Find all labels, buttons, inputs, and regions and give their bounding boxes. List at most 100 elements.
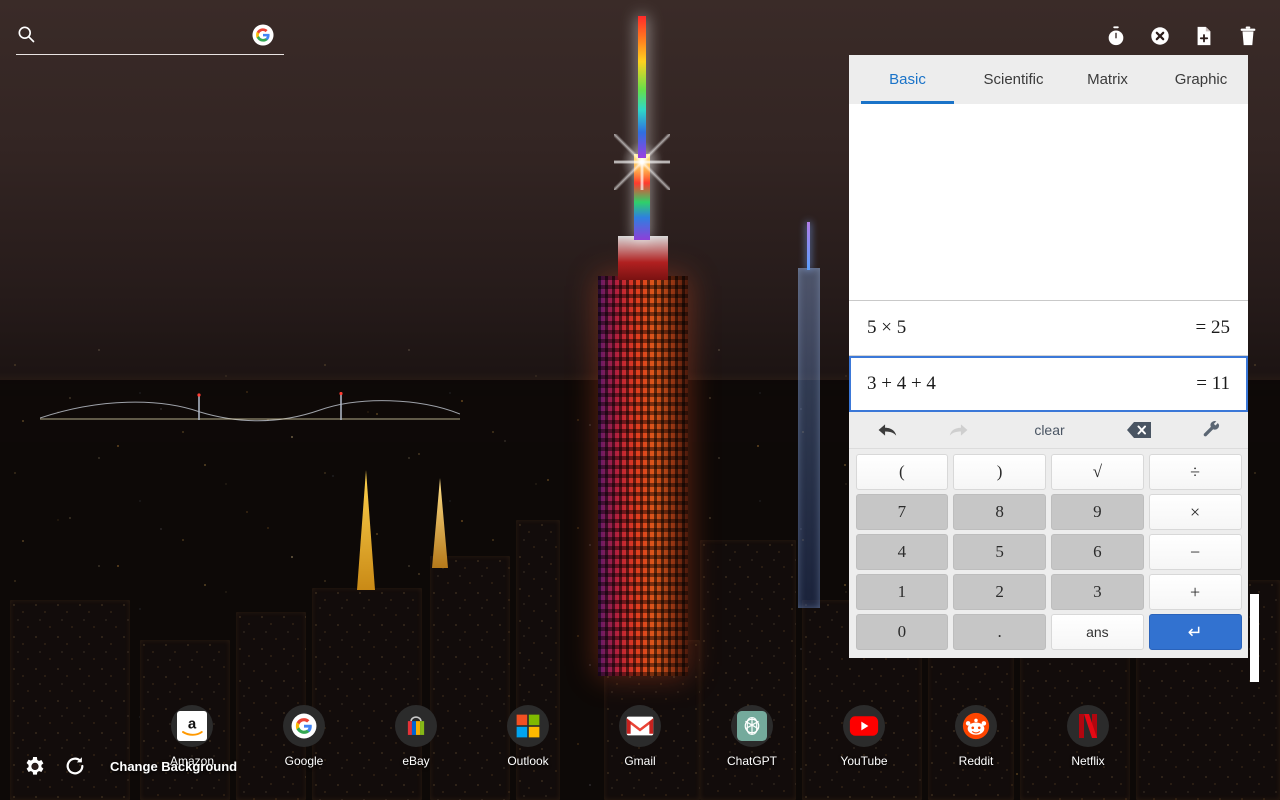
tab-basic[interactable]: Basic	[849, 55, 966, 104]
tower-wtc-antenna	[807, 222, 810, 270]
key-subtract[interactable]: −	[1148, 534, 1242, 570]
keypad-row: 1 2 3 +	[853, 572, 1244, 612]
dock-label: ChatGPT	[726, 754, 777, 768]
key-multiply[interactable]: ×	[1148, 494, 1242, 530]
key-label: 0	[897, 622, 907, 641]
key-6[interactable]: 6	[1051, 534, 1144, 570]
tab-scientific[interactable]: Scientific	[966, 55, 1061, 104]
key-label: ans	[1086, 624, 1109, 640]
key-9[interactable]: 9	[1051, 494, 1144, 530]
calculator-tabs: Basic Scientific Matrix Graphic	[849, 55, 1248, 104]
key-label: .	[997, 622, 1002, 641]
wrench-icon[interactable]	[1175, 412, 1248, 449]
new-note-icon[interactable]	[1190, 22, 1218, 50]
redo-icon[interactable]	[923, 412, 997, 449]
dock-item-chatgpt[interactable]: ChatGPT	[696, 705, 808, 768]
refresh-icon[interactable]	[64, 755, 86, 777]
keypad-row: 0 . ans ↵	[853, 612, 1244, 652]
key-1[interactable]: 1	[855, 574, 949, 610]
reddit-icon	[955, 705, 997, 747]
key-open-paren[interactable]: (	[855, 454, 949, 490]
key-0[interactable]: 0	[855, 614, 949, 650]
key-7[interactable]: 7	[855, 494, 949, 530]
tab-scientific-label: Scientific	[983, 71, 1044, 88]
trash-icon[interactable]	[1234, 22, 1262, 50]
calculator-toolbar: clear	[849, 412, 1248, 449]
tab-basic-label: Basic	[889, 71, 926, 88]
tab-graphic[interactable]: Graphic	[1154, 55, 1248, 104]
change-background-button[interactable]: Change Background	[110, 759, 237, 774]
dock-label: Reddit	[958, 754, 994, 768]
calculator-panel: Basic Scientific Matrix Graphic 5 × 5 = …	[849, 55, 1248, 658]
search-input[interactable]	[46, 28, 284, 44]
desktop-dock: a Amazon Google eBay Outlook Gmail ChatG…	[0, 690, 1280, 800]
dock-label: Outlook	[507, 754, 549, 768]
key-4[interactable]: 4	[855, 534, 949, 570]
key-label: √	[1092, 462, 1103, 481]
empire-state-building	[560, 8, 720, 676]
gmail-icon	[619, 705, 661, 747]
undo-icon[interactable]	[849, 412, 923, 449]
history-result: = 11	[1196, 373, 1230, 394]
key-divide[interactable]: ÷	[1148, 454, 1242, 490]
key-label: ×	[1190, 501, 1201, 522]
outlook-icon	[507, 705, 549, 747]
dock-item-ebay[interactable]: eBay	[360, 705, 472, 768]
search-icon[interactable]	[16, 24, 36, 49]
dock-item-netflix[interactable]: Netflix	[1032, 705, 1144, 768]
bridge-graphic	[40, 392, 460, 422]
key-5[interactable]: 5	[953, 534, 1046, 570]
dock-item-gmail[interactable]: Gmail	[584, 705, 696, 768]
timer-icon[interactable]	[1102, 22, 1130, 50]
key-decimal[interactable]: .	[953, 614, 1046, 650]
key-add[interactable]: +	[1148, 574, 1242, 610]
key-enter[interactable]: ↵	[1148, 614, 1242, 650]
ebay-icon	[395, 705, 437, 747]
key-8[interactable]: 8	[953, 494, 1046, 530]
calculator-display[interactable]	[849, 104, 1248, 300]
dock-label: eBay	[402, 754, 430, 768]
clear-label: clear	[1034, 422, 1065, 438]
esb-body	[598, 276, 688, 676]
close-circle-icon[interactable]	[1146, 22, 1174, 50]
keypad-row: ( ) √ ÷	[853, 452, 1244, 492]
desktop-controls: Change Background	[22, 754, 237, 778]
calculator-keypad: ( ) √ ÷ 7 8 9 × 4 5 6 − 1 2 3 + 0 . ans …	[849, 449, 1248, 658]
backspace-icon[interactable]	[1102, 412, 1175, 449]
key-label: 8	[995, 502, 1004, 521]
tower-wtc	[798, 268, 820, 608]
gear-icon[interactable]	[22, 754, 46, 778]
netflix-icon	[1067, 705, 1109, 747]
clear-button[interactable]: clear	[997, 412, 1102, 449]
key-3[interactable]: 3	[1051, 574, 1144, 610]
tab-matrix[interactable]: Matrix	[1061, 55, 1154, 104]
google-g-icon[interactable]	[252, 24, 274, 51]
google-icon	[283, 705, 325, 747]
desktop-topbar	[0, 0, 1280, 58]
history-row-selected[interactable]: 3 + 4 + 4 = 11	[849, 356, 1248, 412]
chatgpt-icon	[731, 705, 773, 747]
key-ans[interactable]: ans	[1051, 614, 1144, 650]
history-expression: 5 × 5	[867, 317, 907, 338]
key-label: −	[1190, 541, 1201, 562]
history-row[interactable]: 5 × 5 = 25	[849, 301, 1248, 356]
calculation-history: 5 × 5 = 25 3 + 4 + 4 = 11	[849, 300, 1248, 412]
key-sqrt[interactable]: √	[1051, 454, 1144, 490]
dock-item-google[interactable]: Google	[248, 705, 360, 768]
search-bar[interactable]	[16, 22, 284, 55]
key-close-paren[interactable]: )	[953, 454, 1046, 490]
tab-graphic-label: Graphic	[1174, 71, 1228, 88]
key-label: ÷	[1190, 461, 1201, 482]
dock-item-reddit[interactable]: Reddit	[920, 705, 1032, 768]
dock-item-youtube[interactable]: YouTube	[808, 705, 920, 768]
history-result: = 25	[1195, 317, 1230, 338]
amazon-icon: a	[171, 705, 213, 747]
key-label: )	[996, 462, 1003, 481]
dock-label: Google	[284, 754, 324, 768]
esb-crown	[618, 236, 668, 280]
key-2[interactable]: 2	[953, 574, 1046, 610]
dock-item-outlook[interactable]: Outlook	[472, 705, 584, 768]
youtube-icon	[843, 705, 885, 747]
key-label: 6	[1093, 542, 1102, 561]
calculator-scrollbar[interactable]	[1250, 594, 1259, 682]
